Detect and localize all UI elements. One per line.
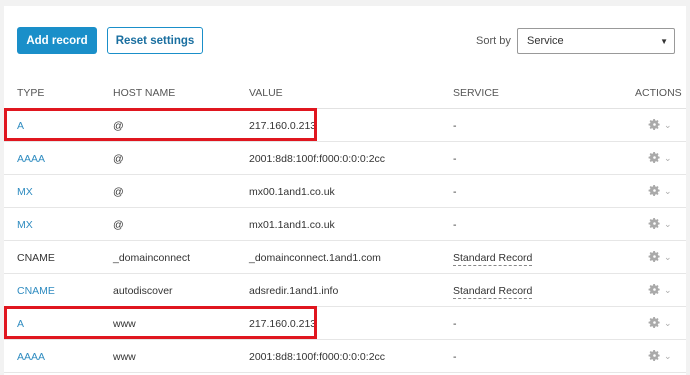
record-type[interactable]: MX [17,219,33,231]
record-service: - [453,153,457,165]
record-service[interactable]: Standard Record [453,252,533,266]
record-value: _domainconnect.1and1.com [249,252,381,264]
table-row: Awww 217.160.0.213 - ⌄ [4,307,686,340]
chevron-down-icon: ⌄ [664,284,672,295]
gear-icon [648,151,661,164]
record-type[interactable]: CNAME [17,285,55,297]
row-actions-menu[interactable]: ⌄ [648,118,672,131]
table-row: MX @ mx00.1and1.co.uk - ⌄ [4,175,686,208]
gear-icon [648,217,661,230]
record-host-name: www [113,351,136,363]
add-record-button[interactable]: Add record [17,27,97,54]
row-actions-menu[interactable]: ⌄ [648,250,672,263]
header-host-name[interactable]: HOST NAME [113,87,175,99]
dns-records-panel: Add record Reset settings Sort by Servic… [4,6,686,375]
record-service: - [453,351,457,363]
sort-by-select[interactable]: Service ▼ [517,28,675,54]
gear-icon [648,349,661,362]
table-row: A @217.160.0.213 - ⌄ [4,109,686,142]
chevron-down-icon: ⌄ [664,251,672,262]
table-row: CNAME autodiscover adsredir.1and1.info Stan… [4,274,686,307]
record-value: mx00.1and1.co.uk [249,186,335,198]
record-service: - [453,186,457,198]
record-service: - [453,318,457,330]
table-row: MX @ mx01.1and1.co.uk - ⌄ [4,208,686,241]
chevron-down-icon: ⌄ [664,152,672,163]
gear-icon [648,250,661,263]
record-host-name: autodiscover [113,285,173,297]
dns-records-table: TYPE HOST NAME VALUE SERVICE ACTIONS A @2… [4,82,686,373]
row-actions-menu[interactable]: ⌄ [648,151,672,164]
record-service: - [453,120,457,132]
header-service[interactable]: SERVICE [453,87,499,99]
reset-settings-button[interactable]: Reset settings [107,27,203,54]
table-row: CNAME _domainconnect _domainconnect.1and1.… [4,241,686,274]
record-value: 2001:8d8:100f:f000:0:0:0:2cc [249,351,386,363]
record-type[interactable]: A [17,120,24,132]
record-value: 217.160.0.213 [249,120,317,132]
record-host-name: www [113,318,136,330]
row-actions-menu[interactable]: ⌄ [648,349,672,362]
header-type[interactable]: TYPE [17,87,44,99]
chevron-down-icon: ⌄ [664,119,672,130]
table-header: TYPE HOST NAME VALUE SERVICE ACTIONS [4,82,686,109]
row-actions-menu[interactable]: ⌄ [648,283,672,296]
gear-icon [648,118,661,131]
chevron-down-icon: ⌄ [664,185,672,196]
table-row: AAAA @2001:8d8:100f:f000:0:0:0:2cc - ⌄ [4,142,686,175]
record-value: adsredir.1and1.info [249,285,339,297]
gear-icon [648,316,661,329]
record-type[interactable]: A [17,318,24,330]
record-host-name: @ [113,153,124,165]
record-host-name: @ [113,219,124,231]
gear-icon [648,184,661,197]
chevron-down-icon: ⌄ [664,317,672,328]
record-type[interactable]: AAAA [17,153,45,165]
record-service: - [453,219,457,231]
chevron-down-icon: ⌄ [664,218,672,229]
row-actions-menu[interactable]: ⌄ [648,184,672,197]
record-host-name: _domainconnect [113,252,191,264]
chevron-down-icon: ⌄ [664,350,672,361]
table-body: A @217.160.0.213 - ⌄ AAAA @2001:8d8:100f:f000… [4,109,686,373]
record-value: mx01.1and1.co.uk [249,219,335,231]
record-type[interactable]: MX [17,186,33,198]
toolbar: Add record Reset settings Sort by Servic… [4,6,686,82]
sort-by-label: Sort by [476,35,511,47]
table-row: AAAA www 2001:8d8:100f:f000:0:0:0:2cc - ⌄ [4,340,686,373]
record-host-name: @ [113,120,124,132]
record-value: 2001:8d8:100f:f000:0:0:0:2cc [249,153,386,165]
record-host-name: @ [113,186,124,198]
header-value[interactable]: VALUE [249,87,283,99]
record-type: CNAME [17,252,55,264]
caret-down-icon: ▼ [660,37,668,46]
record-service[interactable]: Standard Record [453,285,533,299]
gear-icon [648,283,661,296]
record-value: 217.160.0.213 [249,318,317,330]
row-actions-menu[interactable]: ⌄ [648,316,672,329]
record-type[interactable]: AAAA [17,351,45,363]
header-actions: ACTIONS [635,87,682,99]
sort-by-value: Service [527,35,564,47]
row-actions-menu[interactable]: ⌄ [648,217,672,230]
